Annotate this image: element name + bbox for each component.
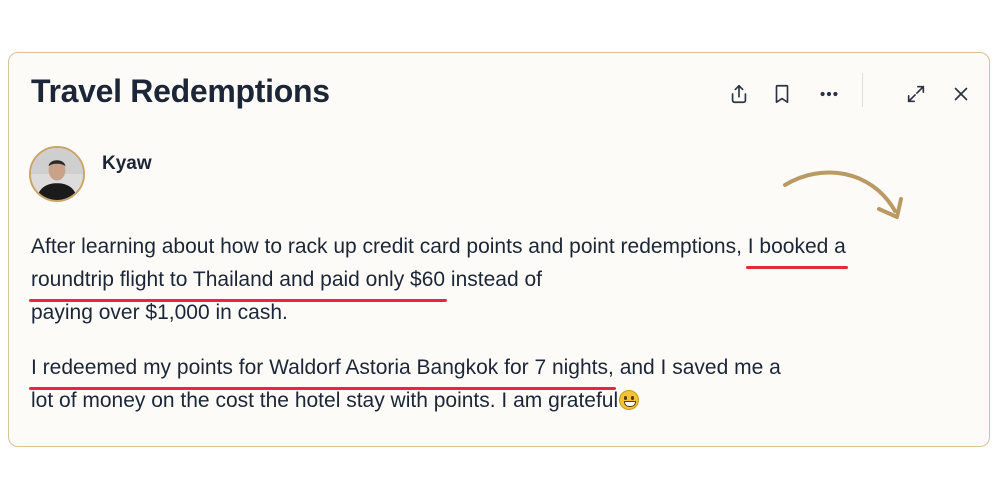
toolbar: [709, 73, 979, 109]
author-avatar[interactable]: [29, 146, 85, 202]
close-button[interactable]: [946, 79, 976, 109]
share-icon: [731, 84, 747, 104]
author-name[interactable]: Kyaw: [102, 153, 152, 175]
grinning-emoji-icon: [619, 390, 640, 410]
curved-arrow-icon: [783, 170, 903, 219]
highlight-hotel: I redeemed my points for Waldorf Astoria…: [29, 351, 616, 390]
post-card: Travel Redemptions Kyaw After learning a…: [8, 52, 990, 447]
post-paragraph-2: I redeemed my points for Waldorf Astoria…: [29, 351, 781, 417]
more-icon: [820, 91, 838, 97]
close-icon: [954, 87, 968, 101]
bookmark-button[interactable]: [767, 79, 797, 109]
post-title: Travel Redemptions: [31, 73, 330, 109]
bookmark-icon: [775, 84, 789, 104]
share-button[interactable]: [724, 79, 754, 109]
highlight-flight-2: roundtrip flight to Thailand and paid on…: [28, 263, 448, 302]
toolbar-divider: [862, 73, 863, 107]
paragraph-1-text-3: paying over $1,000 in cash.: [31, 301, 288, 324]
paragraph-1-text-1: After learning about how to rack up cred…: [31, 235, 742, 258]
avatar-photo: [31, 148, 83, 200]
more-options-button[interactable]: [814, 79, 844, 109]
highlight-flight-1: I booked a: [745, 230, 848, 269]
post-paragraph-1: After learning about how to rack up cred…: [28, 230, 848, 329]
paragraph-2-text-2: lot of money on the cost the hotel stay …: [31, 389, 619, 412]
expand-button[interactable]: [901, 79, 931, 109]
paragraph-1-text-2: instead of: [450, 268, 542, 291]
expand-icon: [907, 85, 925, 103]
paragraph-2-text-1: and I saved me a: [619, 356, 781, 379]
